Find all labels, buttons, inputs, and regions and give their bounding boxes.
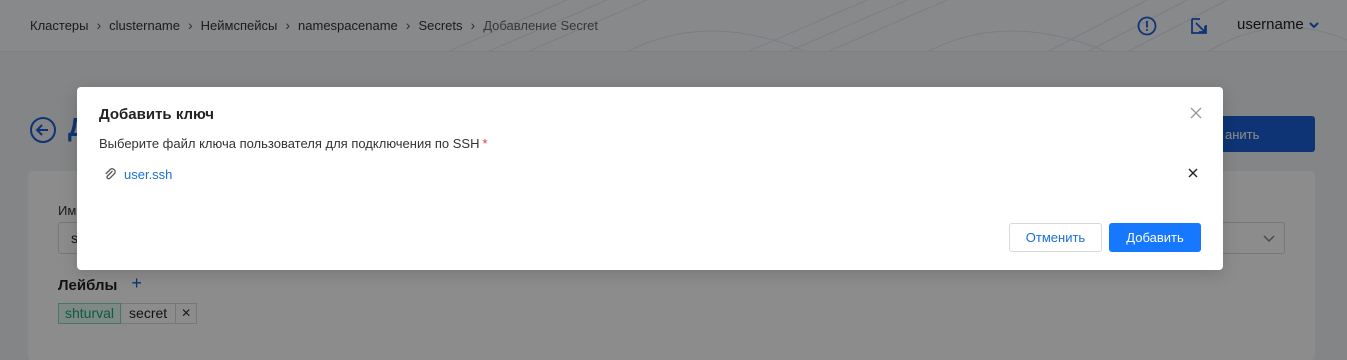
paperclip-icon	[105, 168, 116, 180]
remove-file-icon[interactable]	[1187, 167, 1199, 179]
modal-title: Добавить ключ	[99, 106, 214, 123]
add-button[interactable]: Добавить	[1109, 223, 1201, 252]
add-key-modal: Добавить ключ Выберите файл ключа пользо…	[77, 87, 1223, 270]
file-prompt: Выберите файл ключа пользователя для под…	[99, 136, 488, 151]
cancel-button[interactable]: Отменить	[1009, 223, 1102, 252]
close-icon[interactable]	[1188, 105, 1204, 121]
required-mark: *	[482, 136, 488, 151]
file-name-link[interactable]: user.ssh	[124, 167, 172, 182]
uploaded-file: user.ssh	[103, 165, 1199, 183]
file-prompt-text: Выберите файл ключа пользователя для под…	[99, 136, 480, 151]
